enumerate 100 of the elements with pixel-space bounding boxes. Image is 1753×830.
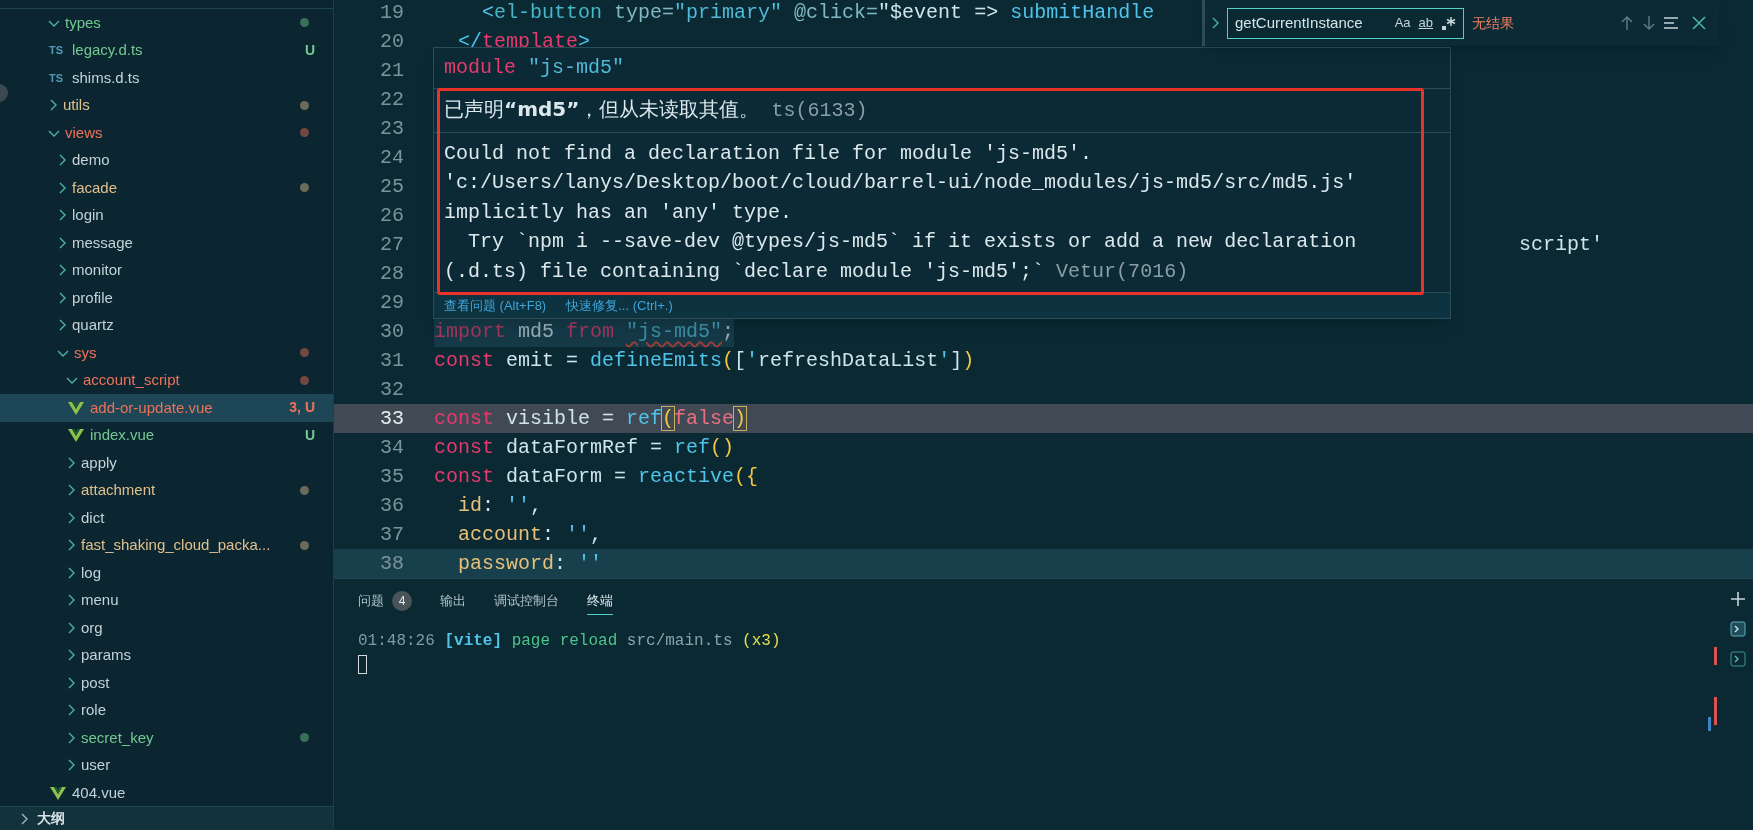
item-label: index.vue: [90, 425, 156, 445]
scrollbar-marker: [1708, 717, 1711, 731]
tree-item[interactable]: index.vue U: [0, 421, 333, 449]
tree-item[interactable]: account_script: [0, 366, 333, 394]
regex-icon[interactable]: [1441, 15, 1456, 31]
scrollbar-marker: [1714, 697, 1717, 725]
tree-item[interactable]: facade: [0, 174, 333, 202]
tree-item[interactable]: types: [0, 9, 333, 37]
typescript-file-icon: TS: [49, 69, 67, 86]
item-label: shims.d.ts: [72, 67, 141, 88]
line-number: 27: [379, 231, 405, 258]
tree-item[interactable]: monitor: [0, 256, 333, 284]
tree-item[interactable]: dict: [0, 504, 333, 532]
line-number: 25: [379, 173, 405, 200]
code-line: const dataFormRef = ref(): [434, 434, 735, 461]
line-number: 32: [379, 376, 405, 403]
item-label: org: [81, 617, 104, 638]
lines-icon[interactable]: [1663, 15, 1679, 31]
tree-item[interactable]: user: [0, 751, 333, 779]
hover-message: implicitly has an 'any' type.: [444, 199, 794, 226]
line-number: 26: [379, 202, 405, 229]
item-label: add-or-update.vue: [90, 397, 214, 418]
panel-tab[interactable]: 输出: [440, 587, 466, 615]
tree-item[interactable]: fast_shaking_cloud_packa...: [0, 531, 333, 559]
tree-item[interactable]: TS shims.d.ts: [0, 64, 333, 92]
item-label: log: [81, 562, 103, 583]
arrow-up-icon[interactable]: [1619, 15, 1635, 31]
item-label: profile: [72, 287, 114, 308]
tree-item[interactable]: utils: [0, 91, 333, 119]
chevron-icon: [20, 812, 29, 825]
find-input[interactable]: getCurrentInstance Aa ab: [1227, 7, 1464, 39]
code-line: id: '',: [457, 492, 543, 519]
tree-item[interactable]: login: [0, 201, 333, 229]
add-icon[interactable]: [1730, 591, 1746, 607]
item-label: views: [65, 122, 104, 143]
arrow-down-icon[interactable]: [1641, 15, 1657, 31]
tree-item[interactable]: demo: [0, 146, 333, 174]
item-label: attachment: [81, 480, 157, 500]
line-number: 30: [379, 318, 405, 345]
chevron-right-icon[interactable]: [1211, 16, 1221, 30]
tree-item[interactable]: 404.vue: [0, 779, 333, 806]
line-number: 19: [379, 0, 405, 26]
code-line: const emit = defineEmits(['refreshDataList']): [434, 347, 975, 374]
code-line: password: '': [457, 550, 603, 577]
tree-item[interactable]: role: [0, 696, 333, 724]
tree-item[interactable]: org: [0, 614, 333, 642]
panel-tab[interactable]: 调试控制台: [494, 587, 559, 615]
item-label: role: [81, 700, 107, 720]
tree-item[interactable]: log: [0, 559, 333, 587]
code-line: script': [1519, 231, 1603, 258]
item-label: account_script: [83, 370, 181, 390]
tree-item[interactable]: apply: [0, 449, 333, 477]
panel-tab[interactable]: 问题 4: [358, 587, 412, 615]
find-option-toggle[interactable]: Aa: [1394, 13, 1411, 33]
line-number: 20: [379, 28, 405, 55]
panel-tab[interactable]: 终端: [587, 587, 613, 615]
find-result: 无结果: [1472, 13, 1515, 33]
code-line: account: '',: [457, 521, 603, 548]
tree-item[interactable]: message: [0, 229, 333, 257]
close-icon[interactable]: [1691, 15, 1707, 31]
line-number: 37: [379, 521, 405, 548]
tree-item[interactable]: TS legacy.d.ts U: [0, 36, 333, 64]
vue-file-icon: [67, 427, 85, 444]
git-status-label: U: [304, 425, 315, 445]
item-label: monitor: [72, 260, 124, 280]
tree-item[interactable]: sys: [0, 339, 333, 367]
line-number: 34: [379, 434, 405, 461]
item-label: user: [81, 755, 112, 775]
code-line: <el-button type="primary" @click="$event => submitHandle: [481, 0, 1155, 26]
code-line: const visible = ref(false): [434, 405, 747, 432]
tree-item[interactable]: profile: [0, 284, 333, 312]
item-label: dict: [81, 507, 106, 528]
item-label: legacy.d.ts: [72, 40, 144, 60]
item-label: apply: [81, 452, 118, 473]
item-label: post: [81, 672, 111, 693]
terminal-icon[interactable]: [1730, 651, 1746, 667]
terminal-icon[interactable]: [1730, 621, 1746, 637]
find-option-toggle[interactable]: ab: [1418, 13, 1433, 33]
hover-message: (.d.ts) file containing `declare module 'js-md5';` Vetur(7016): [444, 258, 1190, 285]
git-status-label: U: [304, 40, 315, 60]
scrollbar-marker: [1714, 647, 1717, 665]
tree-item[interactable]: attachment: [0, 476, 333, 504]
tree-item[interactable]: views: [0, 119, 333, 147]
tree-item[interactable]: add-or-update.vue 3, U: [0, 394, 333, 422]
outline-section-title[interactable]: 大纲: [37, 808, 65, 829]
hover-action-link[interactable]: 查看问题 (Alt+F8): [444, 295, 547, 316]
item-label: quartz: [72, 315, 115, 335]
terminal-output: 01:48:26 [vite] page reload src/main.ts (x3): [358, 631, 782, 652]
item-label: types: [65, 12, 102, 33]
line-number: 24: [379, 144, 405, 171]
item-label: 404.vue: [72, 782, 127, 803]
git-status-label: 3, U: [289, 398, 315, 418]
tree-item[interactable]: menu: [0, 586, 333, 614]
tree-item[interactable]: params: [0, 641, 333, 669]
tree-item[interactable]: quartz: [0, 311, 333, 339]
hover-action-link[interactable]: 快速修复... (Ctrl+.): [566, 295, 673, 316]
tree-item[interactable]: secret_key: [0, 724, 333, 752]
vue-file-icon: [49, 784, 67, 801]
hover-message: 'c:/Users/lanys/Desktop/boot/cloud/barrel-ui/node_modules/js-md5/src/md5.js': [444, 170, 1358, 196]
tree-item[interactable]: post: [0, 669, 333, 697]
